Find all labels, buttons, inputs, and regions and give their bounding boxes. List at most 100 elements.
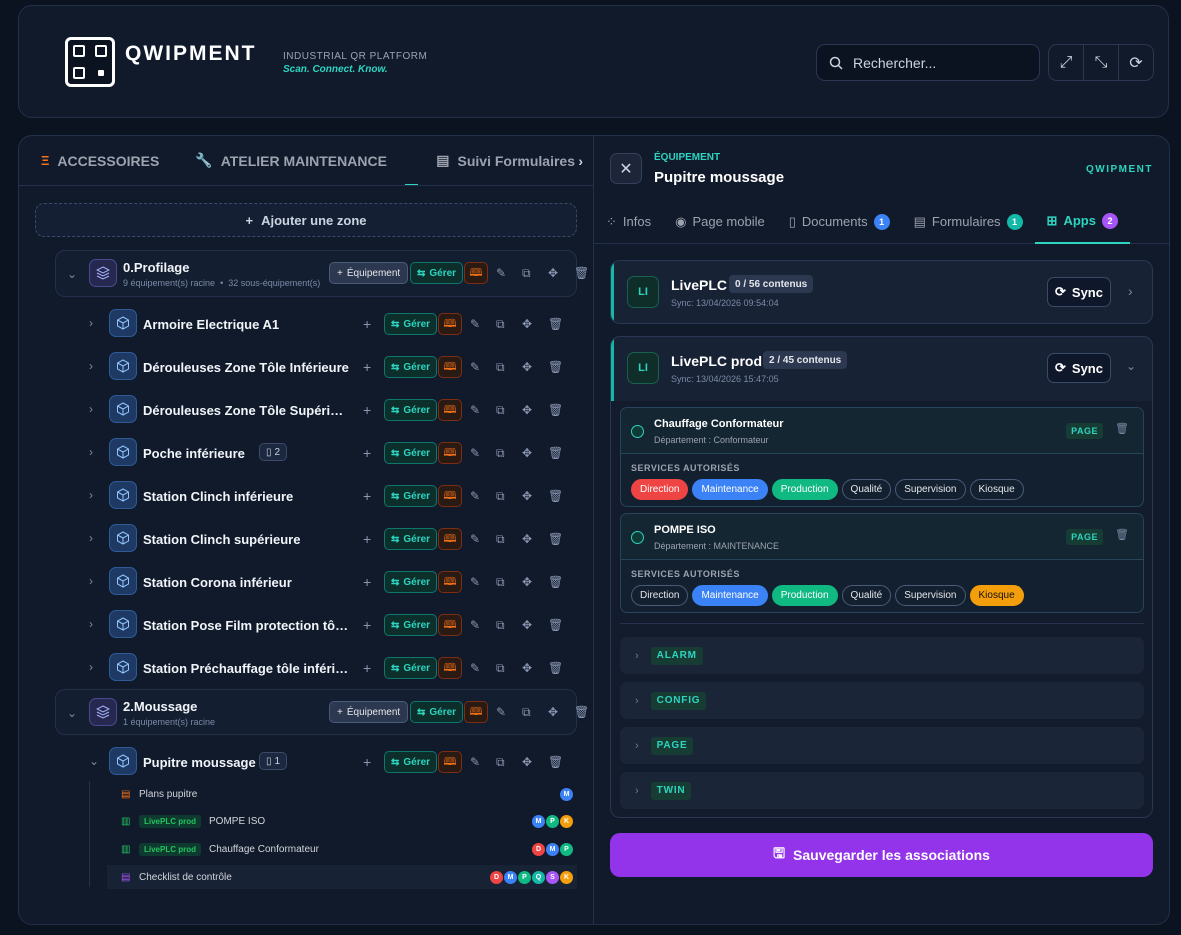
move-icon[interactable]: ✥: [522, 317, 532, 331]
service-chip[interactable]: Supervision: [895, 479, 966, 500]
manage-button[interactable]: ⇆ Gérer: [384, 313, 438, 335]
tab-active-indicator[interactable]: [404, 136, 419, 185]
chevron-down-icon[interactable]: ⌄: [67, 706, 77, 720]
move-icon[interactable]: ✥: [522, 489, 532, 503]
chevron-right-icon[interactable]: ›: [578, 153, 583, 169]
edit-icon[interactable]: ✎: [470, 755, 480, 769]
add-sub-icon[interactable]: +: [363, 617, 371, 633]
section-twin[interactable]: › TWIN: [620, 772, 1144, 809]
copy-icon[interactable]: ⧉: [496, 532, 505, 547]
trash-icon[interactable]: 🗑: [548, 575, 563, 589]
book-button[interactable]: 🕮: [438, 399, 462, 421]
add-sub-icon[interactable]: +: [363, 754, 371, 770]
move-icon[interactable]: ✥: [522, 755, 532, 769]
copy-icon[interactable]: ⧉: [522, 266, 531, 281]
chevron-right-icon[interactable]: ›: [89, 531, 93, 545]
edit-icon[interactable]: ✎: [470, 489, 480, 503]
equipment-name[interactable]: Dérouleuses Zone Tôle Inférieure: [143, 360, 349, 375]
chevron-right-icon[interactable]: ›: [89, 445, 93, 459]
tab-page-mobile[interactable]: ◉ Page mobile: [663, 200, 777, 244]
service-chip[interactable]: Direction: [631, 585, 689, 606]
manage-button[interactable]: ⇆ Gérer: [384, 442, 438, 464]
trash-icon[interactable]: 🗑: [548, 755, 563, 769]
add-sub-icon[interactable]: +: [363, 359, 371, 375]
manage-button[interactable]: ⇆ Gérer: [384, 614, 438, 636]
move-icon[interactable]: ✥: [522, 360, 532, 374]
copy-icon[interactable]: ⧉: [496, 446, 505, 461]
chevron-down-icon[interactable]: ⌄: [89, 754, 99, 768]
service-chip[interactable]: Supervision: [895, 585, 966, 606]
service-chip[interactable]: Maintenance: [692, 585, 768, 606]
equipment-name[interactable]: Station Clinch supérieure: [143, 532, 300, 547]
edit-icon[interactable]: ✎: [496, 266, 506, 280]
tab-formulaires[interactable]: ▤ Formulaires 1: [902, 200, 1035, 244]
edit-icon[interactable]: ✎: [470, 532, 480, 546]
copy-icon[interactable]: ⧉: [496, 317, 505, 332]
add-sub-icon[interactable]: +: [363, 531, 371, 547]
copy-icon[interactable]: ⧉: [496, 360, 505, 375]
collapse-icon[interactable]: ⤡: [1084, 45, 1119, 80]
book-button[interactable]: 🕮: [464, 262, 488, 284]
book-button[interactable]: 🕮: [438, 485, 462, 507]
chevron-right-icon[interactable]: ›: [89, 617, 93, 631]
add-equipment-button[interactable]: + Équipement: [329, 262, 409, 284]
manage-button[interactable]: ⇆ Gérer: [384, 485, 438, 507]
tab-infos[interactable]: ⁘ Infos: [594, 200, 663, 244]
manage-button[interactable]: ⇆ Gérer: [384, 399, 438, 421]
copy-icon[interactable]: ⧉: [496, 489, 505, 504]
move-icon[interactable]: ✥: [522, 575, 532, 589]
document-item[interactable]: ▥ LivePLC prod Chauffage Conformateur D M P: [107, 837, 577, 861]
manage-button[interactable]: ⇆ Gérer: [384, 657, 438, 679]
chevron-right-icon[interactable]: ›: [89, 402, 93, 416]
expand-icon[interactable]: ⤢: [1049, 45, 1084, 80]
move-icon[interactable]: ✥: [548, 266, 558, 280]
move-icon[interactable]: ✥: [522, 446, 532, 460]
service-chip[interactable]: Qualité: [841, 585, 892, 606]
edit-icon[interactable]: ✎: [470, 403, 480, 417]
tab-atelier-maintenance[interactable]: 🔧 ATELIER MAINTENANCE: [177, 136, 405, 185]
tab-documents[interactable]: ▯ Documents 1: [777, 200, 902, 244]
edit-icon[interactable]: ✎: [496, 705, 506, 719]
edit-icon[interactable]: ✎: [470, 360, 480, 374]
tab-apps[interactable]: ⊞ Apps 2: [1034, 200, 1130, 244]
section-page[interactable]: › PAGE: [620, 727, 1144, 764]
equipment-name[interactable]: Pupitre moussage: [143, 755, 256, 770]
manage-button[interactable]: ⇆ Gérer: [410, 262, 464, 284]
chevron-right-icon[interactable]: ›: [89, 660, 93, 674]
add-sub-icon[interactable]: +: [363, 660, 371, 676]
edit-icon[interactable]: ✎: [470, 618, 480, 632]
equipment-name[interactable]: Armoire Electrique A1: [143, 317, 279, 332]
edit-icon[interactable]: ✎: [470, 317, 480, 331]
service-chip[interactable]: Kiosque: [969, 479, 1024, 500]
book-button[interactable]: 🕮: [438, 313, 462, 335]
book-button[interactable]: 🕮: [438, 751, 462, 773]
trash-icon[interactable]: 🗑: [1115, 528, 1129, 541]
trash-icon[interactable]: 🗑: [548, 360, 563, 374]
move-icon[interactable]: ✥: [522, 532, 532, 546]
equipment-name[interactable]: Dérouleuses Zone Tôle Supérieure: [143, 403, 349, 418]
book-button[interactable]: 🕮: [438, 356, 462, 378]
copy-icon[interactable]: ⧉: [496, 755, 505, 770]
copy-icon[interactable]: ⧉: [496, 575, 505, 590]
equipment-name[interactable]: Poche inférieure: [143, 446, 245, 461]
section-config[interactable]: › CONFIG: [620, 682, 1144, 719]
chevron-down-icon[interactable]: ⌄: [67, 267, 77, 281]
document-item[interactable]: ▤ Checklist de contrôle D M P Q S K: [107, 865, 577, 889]
manage-button[interactable]: ⇆ Gérer: [410, 701, 464, 723]
add-sub-icon[interactable]: +: [363, 488, 371, 504]
book-button[interactable]: 🕮: [438, 614, 462, 636]
document-item[interactable]: ▥ LivePLC prod POMPE ISO M P K: [107, 809, 577, 833]
equipment-name[interactable]: Station Pose Film protection tôle i...: [143, 618, 349, 633]
trash-icon[interactable]: 🗑: [548, 317, 563, 331]
trash-icon[interactable]: 🗑: [548, 618, 563, 632]
trash-icon[interactable]: 🗑: [548, 532, 563, 546]
add-equipment-button[interactable]: + Équipement: [329, 701, 409, 723]
manage-button[interactable]: ⇆ Gérer: [384, 356, 438, 378]
book-button[interactable]: 🕮: [438, 571, 462, 593]
equipment-name[interactable]: Station Préchauffage tôle inférieure: [143, 661, 349, 676]
move-icon[interactable]: ✥: [548, 705, 558, 719]
copy-icon[interactable]: ⧉: [496, 618, 505, 633]
app-card-liveplc[interactable]: LI LivePLC 0 / 56 contenus Sync: 13/04/2…: [610, 260, 1153, 324]
book-button[interactable]: 🕮: [438, 528, 462, 550]
service-chip[interactable]: Production: [771, 585, 838, 606]
